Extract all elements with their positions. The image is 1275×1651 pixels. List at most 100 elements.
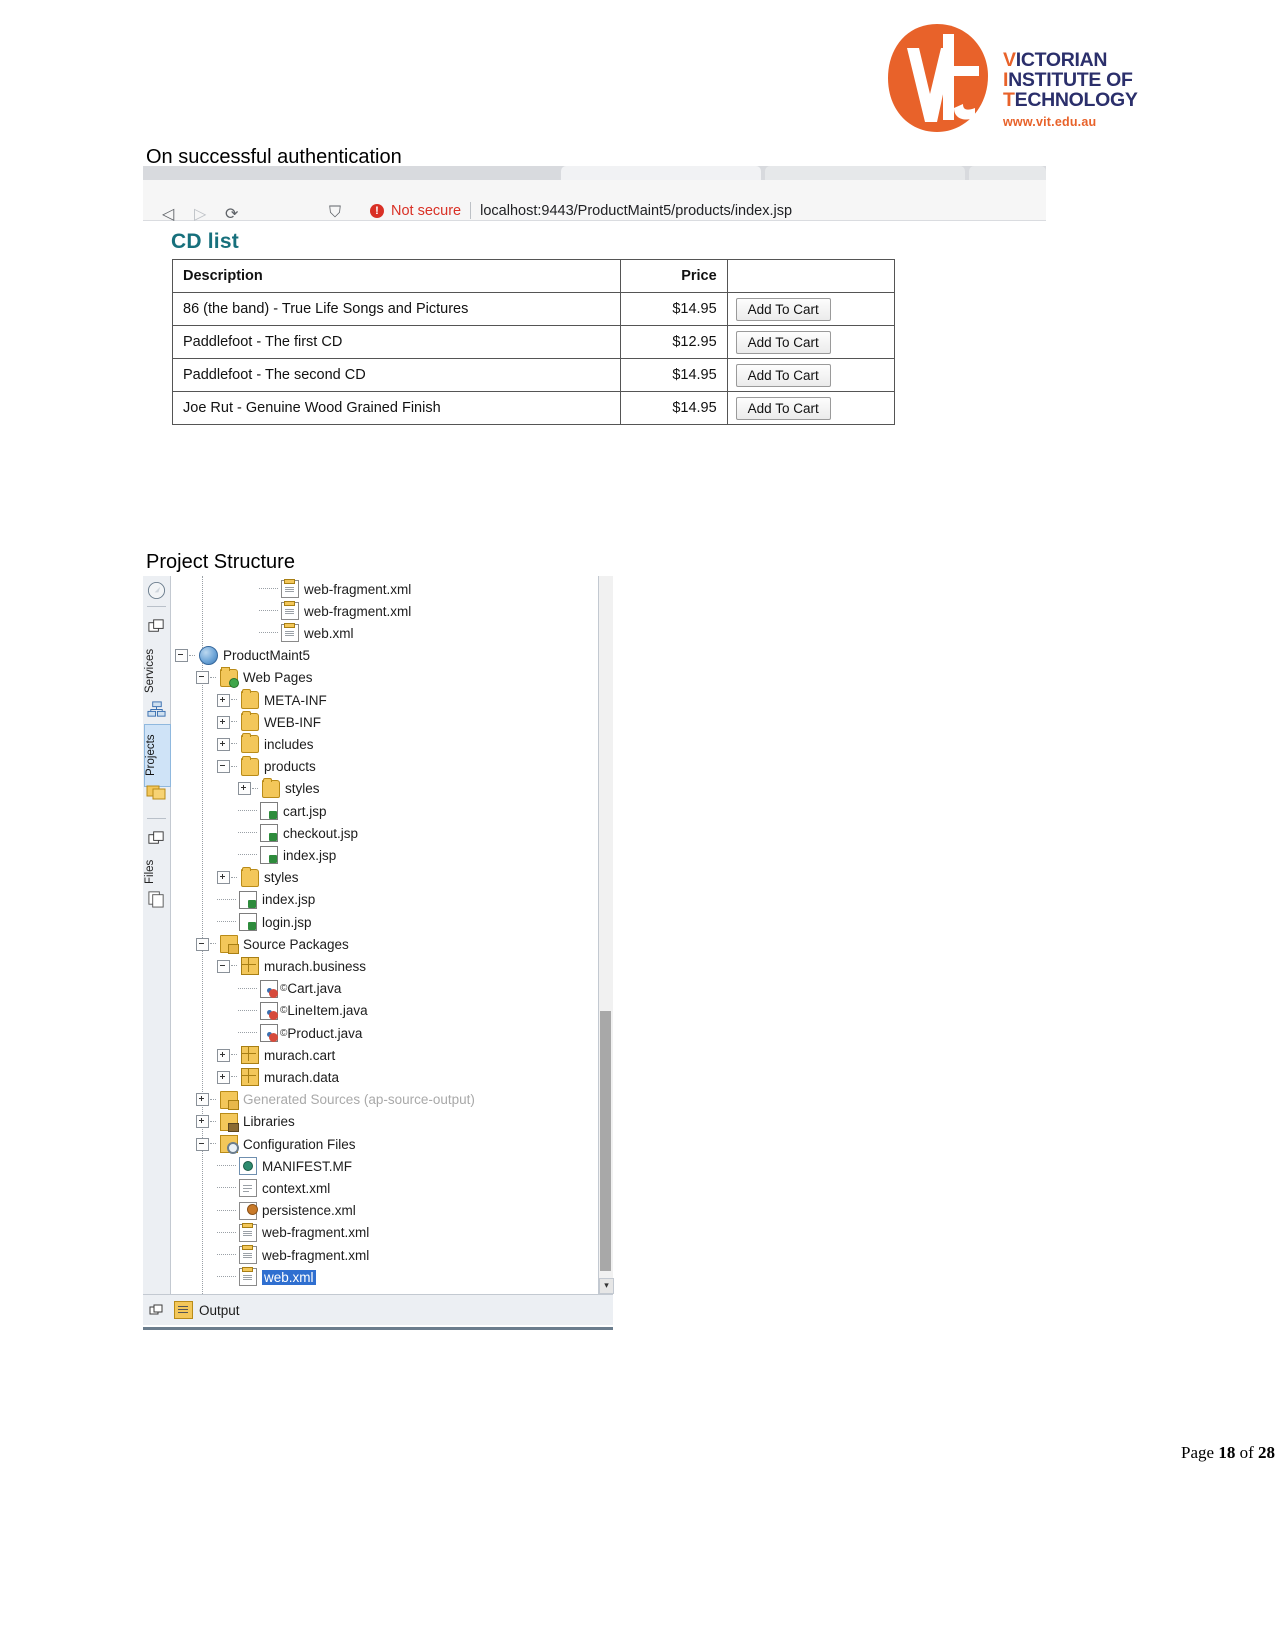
tree-item[interactable]: © LineItem.java [171, 1000, 368, 1022]
navigator-compass-icon[interactable] [147, 581, 166, 600]
tree-item[interactable]: Source Packages [171, 933, 349, 955]
output-window-icon[interactable] [149, 1303, 164, 1318]
folder-icon [241, 866, 259, 887]
services-tree-icon[interactable] [147, 700, 166, 719]
collapse-toggle-icon[interactable] [196, 937, 209, 951]
tree-item[interactable]: login.jsp [171, 911, 312, 933]
tree-item[interactable]: murach.data [171, 1066, 339, 1088]
tree-item[interactable]: styles [171, 866, 299, 889]
tree-item[interactable]: web-fragment.xml [171, 600, 411, 622]
tree-item[interactable]: checkout.jsp [171, 822, 358, 844]
tree-item-label: web.xml [304, 625, 354, 641]
collapse-toggle-icon[interactable] [196, 671, 209, 685]
tree-item[interactable]: web-fragment.xml [171, 1244, 369, 1266]
browser-tab[interactable] [765, 166, 965, 180]
add-to-cart-button[interactable]: Add To Cart [735, 297, 831, 321]
forward-icon[interactable]: ▷ [194, 204, 206, 224]
expand-toggle-icon[interactable] [238, 782, 251, 796]
tree-item-label: index.jsp [283, 847, 337, 863]
expand-toggle-icon[interactable] [217, 715, 230, 729]
persistence-icon [239, 1201, 258, 1220]
scroll-down-icon[interactable]: ▾ [599, 1278, 614, 1294]
tree-item[interactable]: © Product.java [171, 1022, 362, 1044]
url-text[interactable]: localhost:9443/ProductMaint5/products/in… [480, 203, 792, 219]
tree-item[interactable]: Libraries [171, 1111, 295, 1133]
tree-item-label: Cart.java [287, 981, 342, 997]
bookmark-icon[interactable]: ⛉ [329, 204, 341, 222]
tree-connector [238, 1032, 257, 1034]
tree-item-label: ProductMaint5 [223, 648, 311, 664]
tree-connector [217, 1276, 236, 1278]
services-window-icon[interactable] [147, 617, 166, 636]
rail-tab-services[interactable]: Services [144, 639, 169, 703]
tree-connector [238, 1009, 257, 1012]
tree-item[interactable]: META-INF [171, 689, 327, 711]
rail-tab-projects[interactable]: Projects [144, 724, 171, 787]
expand-toggle-icon[interactable] [217, 737, 230, 751]
tree-item[interactable]: cart.jsp [171, 800, 327, 822]
tree-item[interactable]: web-fragment.xml [171, 578, 411, 600]
tree-item[interactable]: Web Pages [171, 666, 313, 689]
collapse-toggle-icon[interactable] [196, 1137, 209, 1151]
column-header-description: Description [172, 259, 621, 293]
browser-tab[interactable] [561, 166, 761, 180]
tree-item[interactable]: MANIFEST.MF [171, 1155, 352, 1177]
tree-item[interactable]: Generated Sources (ap-source-output) [171, 1089, 475, 1111]
output-label[interactable]: Output [199, 1303, 240, 1318]
tree-vertical-scrollbar[interactable]: ▾ [598, 576, 614, 1294]
tree-item[interactable]: ProductMaint5 [171, 645, 310, 667]
browser-tab[interactable] [969, 166, 1046, 180]
expand-toggle-icon[interactable] [196, 1093, 209, 1107]
xml-file-icon [281, 579, 299, 598]
tree-item[interactable]: © Cart.java [171, 978, 341, 1000]
expand-toggle-icon[interactable] [217, 693, 230, 707]
footer-prefix: Page [1181, 1443, 1219, 1462]
scrollbar-thumb[interactable] [600, 1011, 611, 1271]
tree-item[interactable]: persistence.xml [171, 1200, 356, 1222]
projects-folder-icon[interactable] [146, 781, 167, 802]
tree-item-label: login.jsp [262, 914, 312, 930]
project-tree[interactable]: web-fragment.xml web-fragment.xml web.xml P… [171, 576, 599, 1294]
back-icon[interactable]: ◁ [162, 204, 174, 224]
xml-file-icon [239, 1267, 257, 1287]
files-docs-icon[interactable] [147, 889, 166, 908]
logo-line-2: INSTITUTE OF [1003, 69, 1133, 91]
add-to-cart-button[interactable]: Add To Cart [735, 396, 831, 420]
jsp-file-icon [239, 890, 257, 909]
tree-item[interactable]: murach.business [171, 955, 366, 977]
folder-icon [241, 733, 259, 754]
logo-line-1: VICTORIAN [1003, 49, 1108, 71]
tree-item[interactable]: products [171, 755, 316, 778]
collapse-toggle-icon[interactable] [175, 649, 188, 663]
tree-item[interactable]: styles [171, 777, 320, 800]
tree-item[interactable]: index.jsp [171, 889, 315, 911]
tree-item[interactable]: web.xml [171, 622, 354, 644]
rail-tab-files[interactable]: Files [144, 852, 169, 892]
tree-item[interactable]: WEB-INF [171, 711, 321, 733]
expand-toggle-icon[interactable] [217, 1048, 230, 1062]
manifest-icon [239, 1157, 257, 1176]
tree-item[interactable]: context.xml [171, 1177, 330, 1199]
files-window-icon[interactable] [147, 829, 166, 848]
add-to-cart-button[interactable]: Add To Cart [735, 330, 831, 354]
add-to-cart-button[interactable]: Add To Cart [735, 363, 831, 387]
omnibox[interactable]: ! Not secure localhost:9443/ProductMaint… [370, 202, 792, 219]
tree-item[interactable]: index.jsp [171, 844, 336, 866]
cell-description: Paddlefoot - The second CD [172, 358, 621, 392]
logo-url: www.vit.edu.au [1003, 115, 1097, 129]
tree-item[interactable]: murach.cart [171, 1044, 335, 1066]
expand-toggle-icon[interactable] [217, 1070, 230, 1084]
reload-icon[interactable]: ⟳ [225, 204, 238, 224]
expand-toggle-icon[interactable] [196, 1115, 209, 1129]
tree-connector [231, 743, 237, 745]
collapse-toggle-icon[interactable] [217, 760, 230, 774]
tree-item[interactable]: Configuration Files [171, 1133, 356, 1155]
tree-connector [259, 632, 278, 634]
tree-item[interactable]: web-fragment.xml [171, 1222, 369, 1244]
footer-total-pages: 28 [1258, 1443, 1275, 1462]
tree-item[interactable]: web.xml [171, 1266, 316, 1288]
collapse-toggle-icon[interactable] [217, 959, 230, 973]
expand-toggle-icon[interactable] [217, 871, 230, 885]
tree-item[interactable]: includes [171, 733, 314, 755]
package-icon [241, 1068, 259, 1087]
